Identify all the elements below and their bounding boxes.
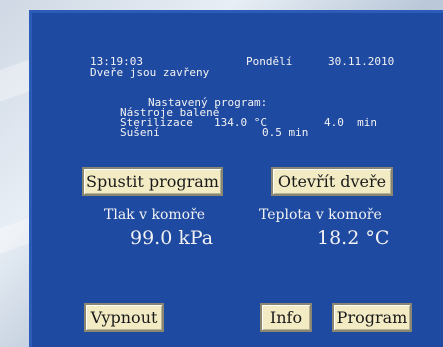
temperature-value: 18.2 °C [317, 227, 390, 249]
temperature-label: Teplota v komoře [259, 207, 382, 223]
date: 30.11.2010 [328, 55, 395, 68]
day-of-week: Pondělí [246, 55, 293, 68]
sterilization-time: 4.0 min [324, 116, 377, 129]
start-program-button[interactable]: Spustit program [82, 167, 223, 196]
door-status: Dveře jsou zavřeny [90, 66, 210, 79]
pressure-value: 99.0 kPa [130, 227, 214, 249]
info-button[interactable]: Info [260, 303, 312, 332]
program-button[interactable]: Program [332, 303, 412, 332]
drying-label: Sušení [120, 126, 160, 139]
open-door-button[interactable]: Otevřít dveře [271, 167, 393, 196]
sterilization-temperature: 134.0 °C [214, 116, 267, 129]
drying-time: 0.5 min [262, 126, 309, 139]
pressure-label: Tlak v komoře [104, 207, 206, 223]
control-panel: 13:19:03 Pondělí 30.11.2010 Dveře jsou z… [29, 10, 443, 347]
turn-off-button[interactable]: Vypnout [84, 303, 164, 332]
